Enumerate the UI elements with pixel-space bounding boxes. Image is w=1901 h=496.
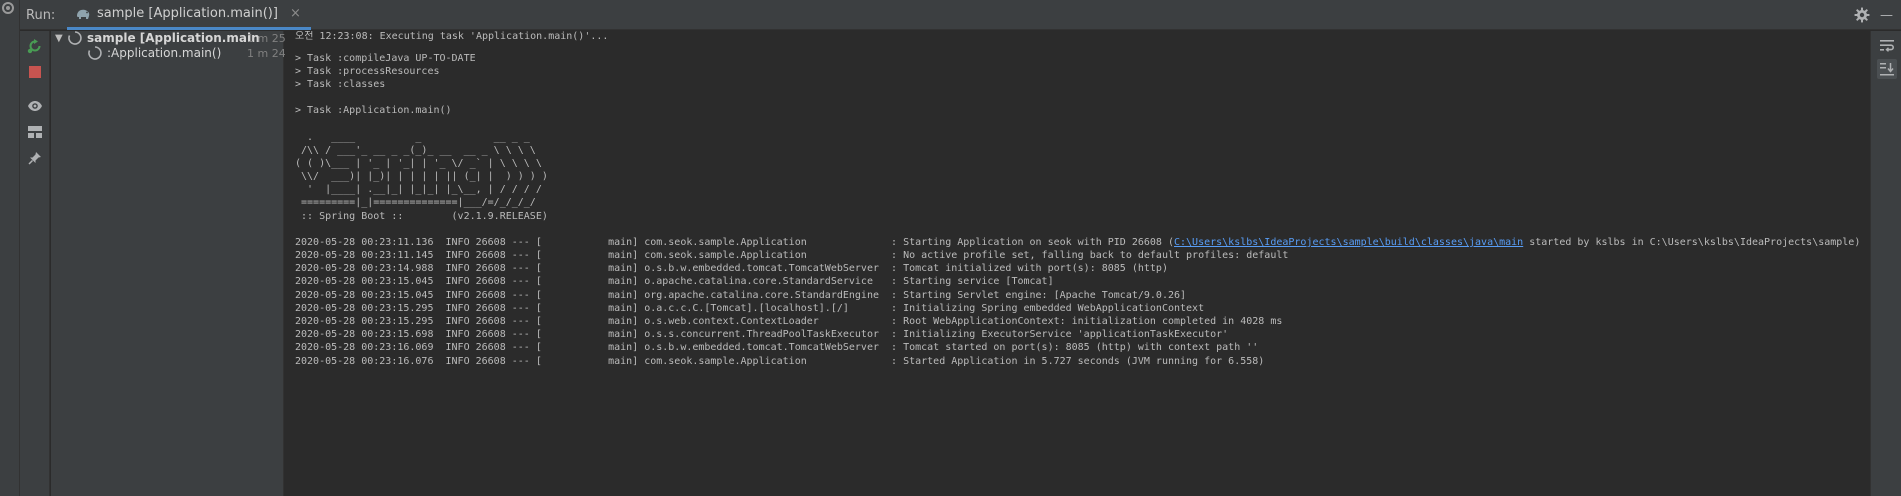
log-line: 2020-05-28 00:23:15.045 INFO 26608 --- [… bbox=[295, 290, 1187, 301]
console-task-line: > Task :Application.main() bbox=[295, 105, 452, 116]
run-tool-window-header: Run: sample [Application.main()] × — bbox=[20, 0, 1901, 30]
pin-tab-button[interactable] bbox=[26, 149, 44, 167]
minimize-icon[interactable]: — bbox=[1880, 8, 1893, 23]
scroll-to-end-icon bbox=[1880, 63, 1894, 76]
spring-boot-version-line: :: Spring Boot :: (v2.1.9.RELEASE) bbox=[295, 211, 548, 222]
ide-settings-icon[interactable] bbox=[1, 1, 15, 15]
log-text: 2020-05-28 00:23:11.136 INFO 26608 --- [… bbox=[295, 237, 1174, 248]
spring-banner-line: \\/ ___)| |_)| | | | | || (_| | ) ) ) ) bbox=[295, 171, 548, 182]
spinner-icon bbox=[68, 31, 82, 45]
chevron-down-icon[interactable]: ▼ bbox=[55, 33, 67, 44]
left-edge-strip bbox=[0, 0, 20, 496]
console-right-toolbar bbox=[1870, 31, 1901, 496]
log-line: 2020-05-28 00:23:15.295 INFO 26608 --- [… bbox=[295, 303, 1205, 314]
console-task-line: > Task :classes bbox=[295, 79, 386, 90]
pin-icon bbox=[28, 152, 41, 165]
tree-child-label: :Application.main() bbox=[107, 46, 222, 60]
log-line: 2020-05-28 00:23:15.698 INFO 26608 --- [… bbox=[295, 329, 1229, 340]
gradle-elephant-icon bbox=[77, 9, 90, 19]
layout-button[interactable] bbox=[26, 123, 44, 141]
console-task-line: > Task :processResources bbox=[295, 66, 440, 77]
log-line: 2020-05-28 00:23:15.295 INFO 26608 --- [… bbox=[295, 316, 1283, 327]
log-line: 2020-05-28 00:23:16.076 INFO 26608 --- [… bbox=[295, 356, 1265, 367]
scroll-to-end-button[interactable] bbox=[1877, 59, 1897, 79]
close-icon[interactable]: × bbox=[290, 6, 301, 21]
view-icon bbox=[28, 101, 42, 111]
console-task-line: > Task :compileJava UP-TO-DATE bbox=[295, 53, 476, 64]
log-line: 2020-05-28 00:23:14.988 INFO 26608 --- [… bbox=[295, 263, 1168, 274]
spring-banner-line: ' |____| .__|_| |_|_| |_\__, | / / / / bbox=[295, 184, 542, 195]
log-line: 2020-05-28 00:23:15.045 INFO 26608 --- [… bbox=[295, 276, 1054, 287]
log-line: 2020-05-28 00:23:16.069 INFO 26608 --- [… bbox=[295, 342, 1259, 353]
gear-icon[interactable] bbox=[1854, 7, 1870, 23]
spring-banner-line: =========|_|==============|___/=/_/_/_/ bbox=[295, 197, 536, 208]
execution-tree: ▼ sample [Application.main 1 m 25 s :App… bbox=[51, 31, 295, 496]
classpath-link[interactable]: C:\Users\kslbs\IdeaProjects\sample\build… bbox=[1174, 237, 1523, 248]
tab-label: sample [Application.main()] bbox=[97, 6, 278, 21]
soft-wrap-button[interactable] bbox=[1877, 36, 1897, 56]
spinner-icon bbox=[88, 46, 102, 60]
log-text: started by kslbs in C:\Users\kslbs\IdeaP… bbox=[1523, 237, 1861, 248]
rerun-icon bbox=[27, 39, 41, 54]
spring-banner-line: ( ( )\___ | '_ | '_| | '_ \/ _` | \ \ \ … bbox=[295, 158, 542, 169]
stop-button[interactable] bbox=[26, 63, 44, 81]
spring-banner-line: . ____ _ __ _ _ bbox=[295, 132, 530, 143]
run-toolbar bbox=[20, 31, 50, 496]
tree-row-child[interactable]: :Application.main() 1 m 24 s bbox=[87, 44, 295, 62]
log-line: 2020-05-28 00:23:11.145 INFO 26608 --- [… bbox=[295, 250, 1289, 261]
soft-wrap-icon bbox=[1880, 40, 1894, 52]
log-line: 2020-05-28 00:23:11.136 INFO 26608 --- [… bbox=[295, 236, 1860, 250]
stop-icon bbox=[29, 66, 41, 78]
console-output[interactable]: 오전 12:23:08: Executing task 'Application… bbox=[285, 31, 1870, 496]
spring-banner-line: /\\ / ___'_ __ _ _(_)_ __ __ _ \ \ \ \ bbox=[295, 145, 536, 156]
run-label: Run: bbox=[26, 8, 56, 23]
console-exec-line: 오전 12:23:08: Executing task 'Application… bbox=[295, 31, 609, 42]
rerun-button[interactable] bbox=[26, 37, 44, 55]
show-view-button[interactable] bbox=[26, 97, 44, 115]
tree-root-label: sample [Application.main bbox=[87, 31, 260, 45]
tab-sample-application-main[interactable]: sample [Application.main()] × bbox=[67, 0, 311, 30]
layout-icon bbox=[28, 126, 42, 138]
